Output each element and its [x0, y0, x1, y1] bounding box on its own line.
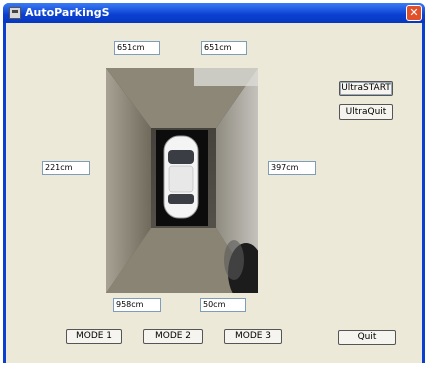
mode-3-button[interactable]: MODE 3: [224, 329, 282, 344]
ultra-start-button[interactable]: UltraSTART: [339, 81, 393, 96]
window-title: AutoParkingS: [25, 6, 110, 19]
mode-2-button[interactable]: MODE 2: [143, 329, 203, 344]
client-area: 651cm 651cm 221cm 397cm 958cm 50cm Ultra…: [6, 23, 422, 363]
rear-right-distance-field[interactable]: 50cm: [200, 298, 246, 312]
right-distance-field[interactable]: 397cm: [268, 161, 316, 175]
front-left-distance-field[interactable]: 651cm: [114, 41, 160, 55]
camera-view: [106, 68, 258, 293]
app-window: AutoParkingS ✕ 651cm 651cm 221cm 397cm 9…: [3, 3, 425, 363]
left-distance-field[interactable]: 221cm: [42, 161, 90, 175]
mode-1-button[interactable]: MODE 1: [66, 329, 122, 344]
quit-button[interactable]: Quit: [338, 330, 396, 345]
app-icon: [9, 7, 21, 19]
parking-scene: [106, 68, 258, 293]
title-bar[interactable]: AutoParkingS ✕: [3, 3, 425, 23]
front-right-distance-field[interactable]: 651cm: [201, 41, 247, 55]
ultra-quit-button[interactable]: UltraQuit: [339, 104, 393, 120]
car-icon: [163, 135, 199, 219]
close-button[interactable]: ✕: [406, 5, 422, 21]
rear-left-distance-field[interactable]: 958cm: [113, 298, 161, 312]
